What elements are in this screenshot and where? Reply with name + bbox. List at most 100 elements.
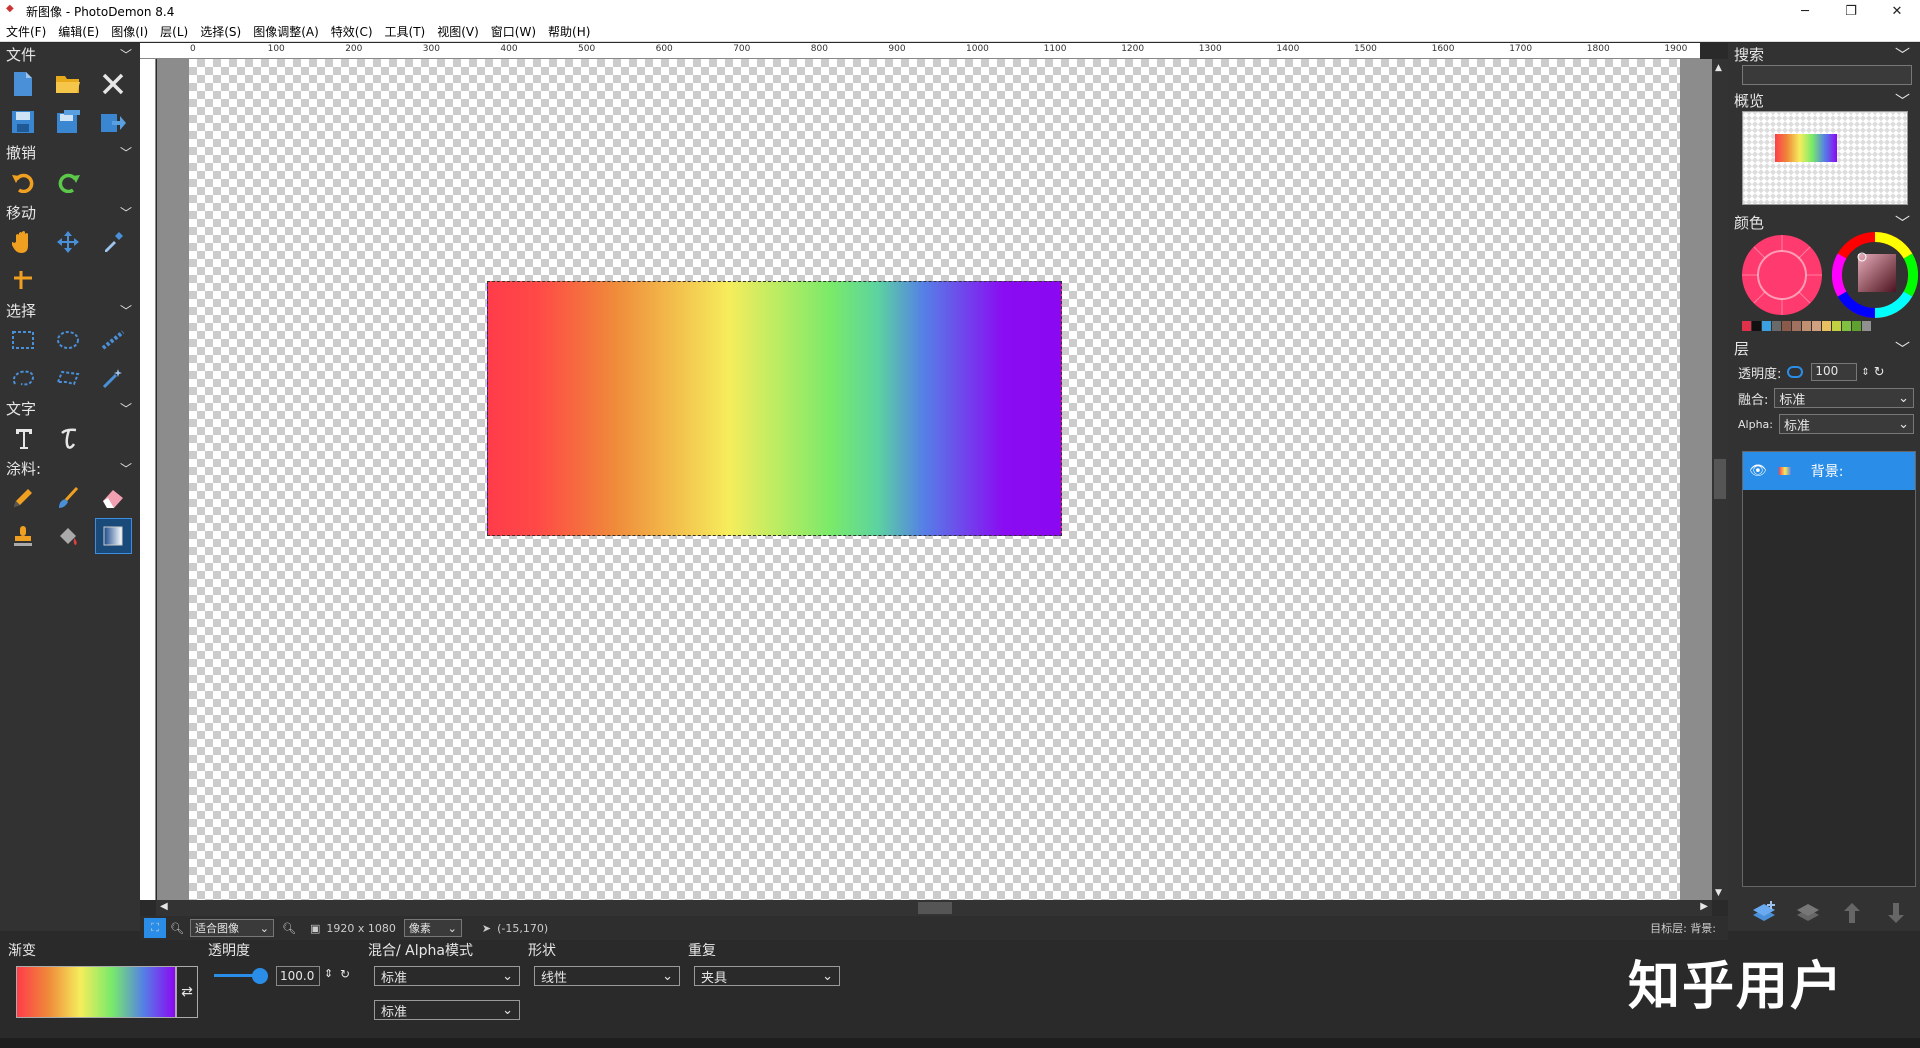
repeat-dropdown[interactable]: 夹具 ⌄: [694, 966, 840, 986]
layers-section-header[interactable]: 层 ﹀: [1728, 337, 1920, 359]
maximize-button[interactable]: ❐: [1828, 0, 1874, 22]
save-as-button[interactable]: [49, 104, 86, 140]
overview-thumbnail[interactable]: [1742, 111, 1908, 205]
palette-swatch[interactable]: [1762, 321, 1771, 331]
scroll-right-icon[interactable]: ▶: [1700, 901, 1708, 912]
eyedropper-tool[interactable]: [95, 224, 132, 260]
palette-swatch[interactable]: [1862, 321, 1871, 331]
ellipse-select-tool[interactable]: [49, 322, 86, 358]
export-button[interactable]: [95, 104, 132, 140]
shape-dropdown[interactable]: 线性 ⌄: [534, 966, 680, 986]
section-select[interactable]: 选择 ﹀: [0, 299, 140, 321]
menu-effects[interactable]: 特效(C): [325, 23, 379, 40]
menu-help[interactable]: 帮助(H): [542, 23, 596, 40]
color-wheel[interactable]: [1832, 232, 1918, 318]
scroll-up-icon[interactable]: ▲: [1715, 63, 1722, 73]
image-canvas[interactable]: [189, 59, 1680, 900]
move-layer-up-button[interactable]: [1830, 899, 1874, 927]
primary-color-swatch[interactable]: [1740, 233, 1824, 317]
section-move[interactable]: 移动 ﹀: [0, 201, 140, 223]
polygon-lasso-tool[interactable]: [49, 360, 86, 396]
fill-tool[interactable]: [49, 518, 86, 554]
text-tool[interactable]: [4, 420, 42, 456]
menu-file[interactable]: 文件(F): [0, 23, 52, 40]
menu-select[interactable]: 选择(S): [194, 23, 247, 40]
zoom-out-icon[interactable]: 🔍︎: [170, 922, 184, 935]
menu-image[interactable]: 图像(I): [105, 23, 154, 40]
opacity-slider[interactable]: [1787, 366, 1804, 378]
layer-alpha-dropdown[interactable]: 标准 ⌄: [1778, 414, 1914, 434]
rect-select-tool[interactable]: [4, 322, 41, 358]
palette-swatch[interactable]: [1742, 321, 1751, 331]
palette-swatch[interactable]: [1812, 321, 1821, 331]
layer-blend-dropdown[interactable]: 标准 ⌄: [1774, 388, 1914, 408]
vertical-scrollbar[interactable]: ▲ ▼: [1712, 59, 1728, 900]
scroll-down-icon[interactable]: ▼: [1715, 888, 1722, 898]
fit-view-button[interactable]: ⛶: [144, 918, 166, 938]
brush-tool[interactable]: [49, 480, 86, 516]
horizontal-scroll-thumb[interactable]: [918, 902, 952, 914]
eye-icon[interactable]: 👁︎: [1749, 463, 1767, 479]
layer-item-background[interactable]: 👁︎ 背景:: [1743, 452, 1915, 490]
overview-section-header[interactable]: 概览 ﹀: [1728, 89, 1920, 111]
lasso-tool[interactable]: [4, 360, 41, 396]
clone-stamp-tool[interactable]: [4, 518, 41, 554]
palette-swatch[interactable]: [1842, 321, 1851, 331]
add-layer-button[interactable]: [1742, 899, 1786, 927]
flip-gradient-button[interactable]: ⇄: [176, 966, 198, 1018]
palette-swatch[interactable]: [1852, 321, 1861, 331]
redo-button[interactable]: [50, 164, 88, 200]
gradient-tool[interactable]: [94, 518, 133, 554]
move-tool[interactable]: [49, 224, 86, 260]
horizontal-scrollbar[interactable]: ◀ ▶: [156, 900, 1712, 916]
menu-window[interactable]: 窗口(W): [485, 23, 542, 40]
color-section-header[interactable]: 颜色 ﹀: [1728, 211, 1920, 233]
section-undo[interactable]: 撤销 ﹀: [0, 141, 140, 163]
eraser-tool[interactable]: [95, 480, 132, 516]
layer-opacity-input[interactable]: 100: [1811, 363, 1858, 381]
reset-icon[interactable]: ↻: [1874, 365, 1885, 380]
magic-wand-tool[interactable]: [95, 360, 132, 396]
gradient-preview[interactable]: [16, 966, 176, 1018]
undo-button[interactable]: [4, 164, 42, 200]
color-palette[interactable]: [1742, 321, 1920, 331]
section-text[interactable]: 文字 ﹀: [0, 397, 140, 419]
spinner-icon[interactable]: ⇕: [1861, 367, 1869, 378]
section-paint[interactable]: 涂料: ﹀: [0, 457, 140, 479]
menu-tools[interactable]: 工具(T): [379, 23, 432, 40]
crop-tool[interactable]: [4, 262, 42, 298]
menu-edit[interactable]: 编辑(E): [52, 23, 105, 40]
save-button[interactable]: [4, 104, 41, 140]
minimize-button[interactable]: ─: [1782, 0, 1828, 22]
opacity-input[interactable]: 100.0: [276, 966, 320, 986]
open-file-button[interactable]: [49, 66, 86, 102]
line-select-tool[interactable]: [95, 322, 132, 358]
move-layer-down-button[interactable]: [1874, 899, 1918, 927]
opacity-slider-handle[interactable]: [252, 968, 268, 984]
palette-swatch[interactable]: [1782, 321, 1791, 331]
gradient-fill-selection[interactable]: [487, 281, 1062, 536]
spinner-icon[interactable]: ⇕: [324, 967, 333, 980]
zoom-in-icon[interactable]: 🔍︎: [282, 922, 296, 935]
menu-view[interactable]: 视图(V): [431, 23, 485, 40]
menu-adjustments[interactable]: 图像调整(A): [247, 23, 325, 40]
menu-layer[interactable]: 层(L): [154, 23, 194, 40]
scroll-left-icon[interactable]: ◀: [160, 901, 168, 912]
vertical-scroll-thumb[interactable]: [1714, 459, 1726, 499]
palette-swatch[interactable]: [1832, 321, 1841, 331]
delete-layer-button[interactable]: [1786, 899, 1830, 927]
alpha-mode-dropdown[interactable]: 标准 ⌄: [374, 1000, 520, 1020]
palette-swatch[interactable]: [1802, 321, 1811, 331]
close-image-button[interactable]: [95, 66, 132, 102]
zoom-dropdown[interactable]: 适合图像 ⌄: [189, 919, 274, 937]
section-file[interactable]: 文件 ﹀: [0, 43, 140, 65]
palette-swatch[interactable]: [1752, 321, 1761, 331]
reset-icon[interactable]: ↻: [340, 967, 350, 981]
blend-mode-dropdown[interactable]: 标准 ⌄: [374, 966, 520, 986]
close-button[interactable]: ✕: [1874, 0, 1920, 22]
palette-swatch[interactable]: [1772, 321, 1781, 331]
palette-swatch[interactable]: [1822, 321, 1831, 331]
hand-tool[interactable]: [4, 224, 41, 260]
search-input[interactable]: [1742, 65, 1912, 85]
typography-tool[interactable]: [50, 420, 88, 456]
